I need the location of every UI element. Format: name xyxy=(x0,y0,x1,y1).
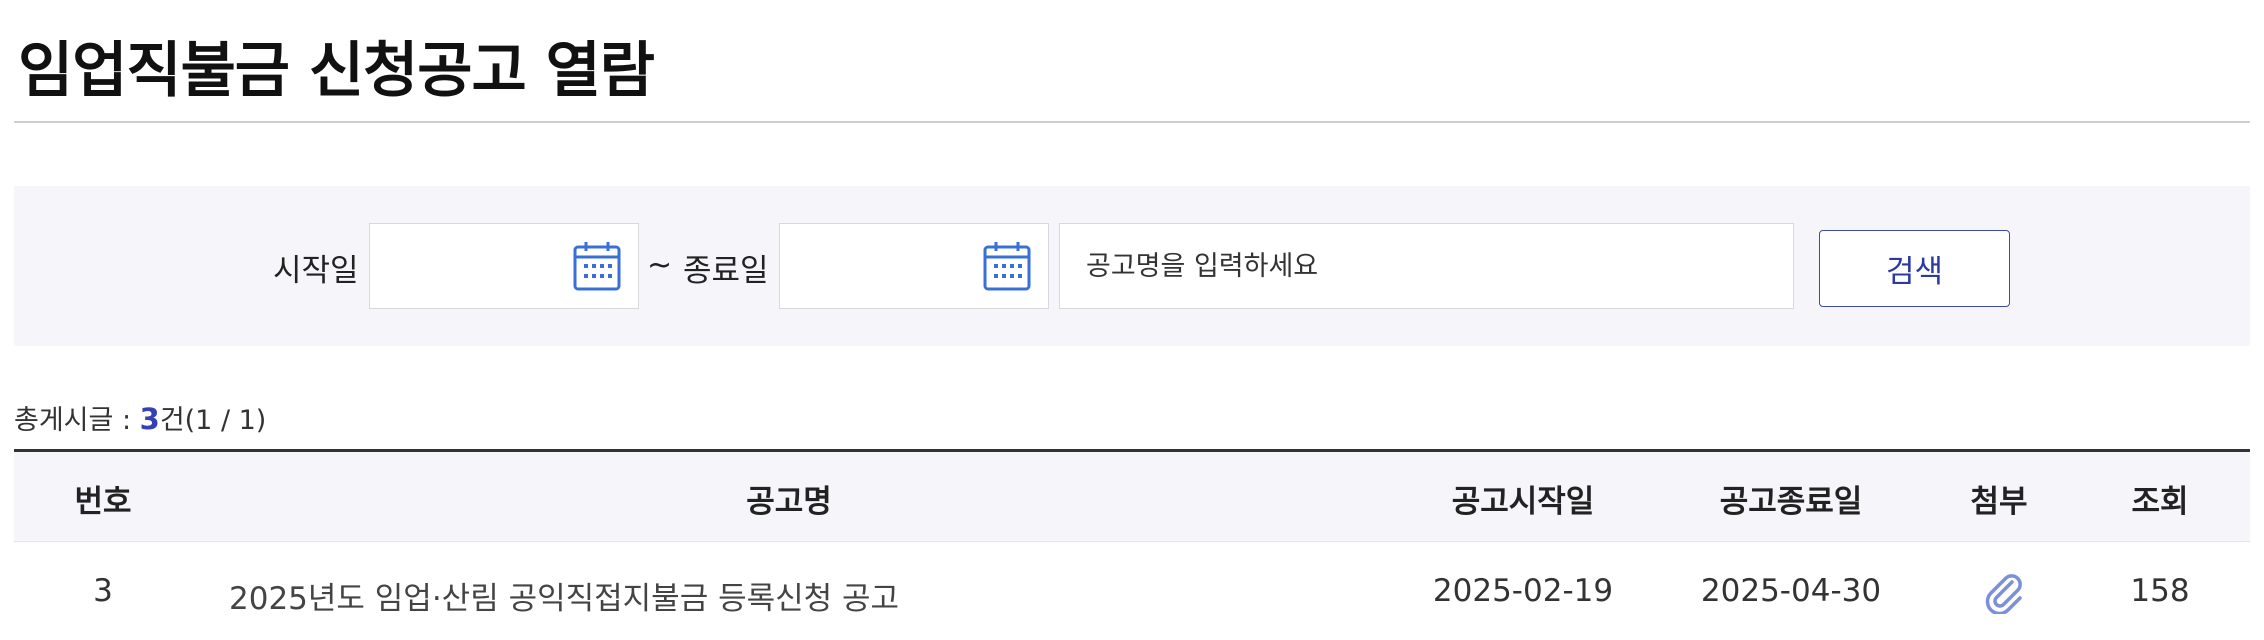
view-count: 158 xyxy=(2130,573,2190,609)
calendar-icon[interactable] xyxy=(572,240,622,292)
page-title: 임업직불금 신청공고 열람 xyxy=(18,36,655,106)
table-header: 번호 공고명 공고시작일 공고종료일 첨부 조회 xyxy=(14,452,2250,542)
page: 임업직불금 신청공고 열람 시작일 ~ 종료일 검 xyxy=(0,0,2264,640)
search-button[interactable]: 검색 xyxy=(1819,230,2010,307)
column-header-end-date: 공고종료일 xyxy=(1719,484,1863,520)
end-date-field[interactable] xyxy=(779,223,1049,309)
title-divider xyxy=(14,121,2250,123)
column-header-views: 조회 xyxy=(2131,484,2189,520)
table-row[interactable]: 3 2025년도 임업·산림 공익직접지불금 등록신청 공고 2025-02-1… xyxy=(14,542,2250,640)
paperclip-icon[interactable] xyxy=(1982,570,2026,614)
end-date-label: 종료일 xyxy=(683,253,769,289)
date-range-separator: ~ xyxy=(647,248,673,283)
keyword-search-input[interactable] xyxy=(1059,223,1794,309)
notice-title-link[interactable]: 2025년도 임업·산림 공익직접지불금 등록신청 공고 xyxy=(229,573,899,618)
notice-end-date: 2025-04-30 xyxy=(1700,573,1882,609)
column-header-number: 번호 xyxy=(74,484,132,520)
total-count-prefix: 총게시글 : xyxy=(14,405,140,436)
calendar-icon[interactable] xyxy=(982,240,1032,292)
notice-start-date: 2025-02-19 xyxy=(1432,573,1614,609)
start-date-field[interactable] xyxy=(369,223,639,309)
total-post-count: 총게시글 : 3건(1 / 1) xyxy=(14,398,266,437)
total-count-number: 3 xyxy=(139,402,160,436)
column-header-title: 공고명 xyxy=(746,484,832,520)
column-header-attachment: 첨부 xyxy=(1970,484,2028,520)
total-count-suffix: 건(1 / 1) xyxy=(159,405,267,436)
row-number: 3 xyxy=(93,573,113,609)
start-date-label: 시작일 xyxy=(273,253,359,289)
column-header-start-date: 공고시작일 xyxy=(1451,484,1595,520)
